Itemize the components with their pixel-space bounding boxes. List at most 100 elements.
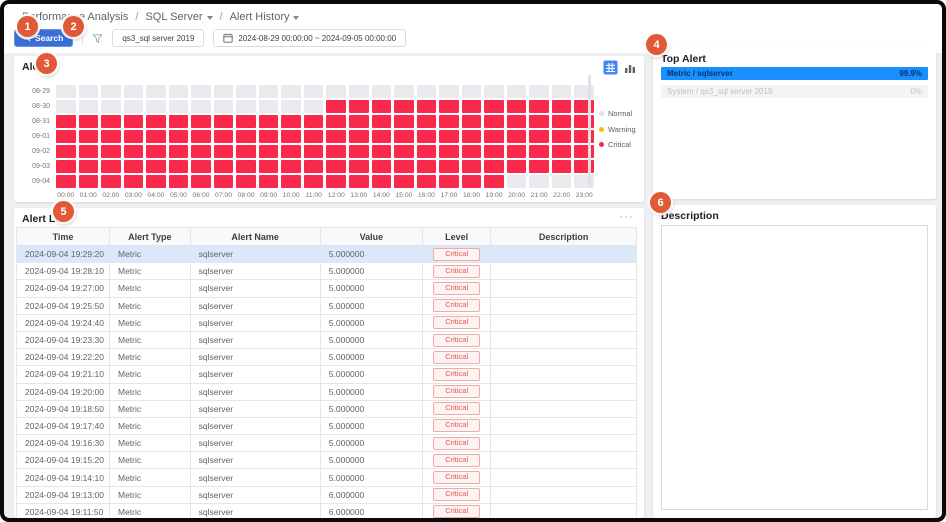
- heatmap-cell[interactable]: [56, 130, 76, 143]
- heatmap-cell[interactable]: [529, 145, 549, 158]
- heatmap-cell[interactable]: [394, 100, 414, 113]
- heatmap-cell[interactable]: [146, 160, 166, 173]
- heatmap-cell[interactable]: [281, 160, 301, 173]
- legend-item-warning[interactable]: Warning: [599, 125, 636, 134]
- heatmap-cell[interactable]: [484, 100, 504, 113]
- heatmap-cell[interactable]: [101, 145, 121, 158]
- heatmap-cell[interactable]: [259, 175, 279, 188]
- heatmap-cell[interactable]: [552, 130, 572, 143]
- heatmap-cell[interactable]: [394, 85, 414, 98]
- table-row[interactable]: 2024-09-04 19:29:20Metricsqlserver5.0000…: [17, 246, 637, 263]
- heatmap-cell[interactable]: [507, 100, 527, 113]
- heatmap-cell[interactable]: [214, 85, 234, 98]
- heatmap-cell[interactable]: [349, 85, 369, 98]
- heatmap-cell[interactable]: [417, 175, 437, 188]
- heatmap-cell[interactable]: [79, 130, 99, 143]
- heatmap-cell[interactable]: [574, 145, 594, 158]
- heatmap-cell[interactable]: [439, 85, 459, 98]
- heatmap-cell[interactable]: [529, 85, 549, 98]
- heatmap-cell[interactable]: [101, 85, 121, 98]
- heatmap-cell[interactable]: [394, 175, 414, 188]
- heatmap-cell[interactable]: [439, 160, 459, 173]
- heatmap-cell[interactable]: [214, 100, 234, 113]
- heatmap-cell[interactable]: [56, 100, 76, 113]
- heatmap-cell[interactable]: [394, 145, 414, 158]
- heatmap-cell[interactable]: [304, 130, 324, 143]
- heatmap-cell[interactable]: [169, 130, 189, 143]
- heatmap-cell[interactable]: [236, 130, 256, 143]
- heatmap-cell[interactable]: [552, 145, 572, 158]
- heatmap-cell[interactable]: [304, 145, 324, 158]
- heatmap-cell[interactable]: [259, 160, 279, 173]
- heatmap-cell[interactable]: [529, 130, 549, 143]
- heatmap-cell[interactable]: [326, 160, 346, 173]
- heatmap-cell[interactable]: [372, 175, 392, 188]
- heatmap-cell[interactable]: [79, 85, 99, 98]
- heatmap-cell[interactable]: [169, 85, 189, 98]
- heatmap-cell[interactable]: [552, 85, 572, 98]
- filter-icon[interactable]: [92, 33, 103, 44]
- table-row[interactable]: 2024-09-04 19:25:50Metricsqlserver5.0000…: [17, 297, 637, 314]
- heatmap-cell[interactable]: [372, 130, 392, 143]
- heatmap-cell[interactable]: [462, 175, 482, 188]
- heatmap-cell[interactable]: [101, 175, 121, 188]
- heatmap-cell[interactable]: [349, 130, 369, 143]
- table-row[interactable]: 2024-09-04 19:27:00Metricsqlserver5.0000…: [17, 280, 637, 297]
- heatmap-cell[interactable]: [56, 85, 76, 98]
- heatmap-cell[interactable]: [462, 145, 482, 158]
- heatmap-cell[interactable]: [214, 175, 234, 188]
- heatmap-cell[interactable]: [574, 115, 594, 128]
- heatmap-cell[interactable]: [214, 130, 234, 143]
- heatmap-cell[interactable]: [484, 175, 504, 188]
- table-view-icon[interactable]: [603, 60, 618, 75]
- heatmap-cell[interactable]: [79, 145, 99, 158]
- legend-item-critical[interactable]: Critical: [599, 140, 636, 149]
- heatmap-cell[interactable]: [191, 100, 211, 113]
- column-header-value[interactable]: Value: [320, 228, 422, 246]
- heatmap-cell[interactable]: [574, 85, 594, 98]
- table-row[interactable]: 2024-09-04 19:16:30Metricsqlserver5.0000…: [17, 435, 637, 452]
- heatmap-cell[interactable]: [529, 100, 549, 113]
- heatmap-cell[interactable]: [574, 100, 594, 113]
- table-row[interactable]: 2024-09-04 19:17:40Metricsqlserver5.0000…: [17, 417, 637, 434]
- heatmap-cell[interactable]: [56, 115, 76, 128]
- heatmap-cell[interactable]: [529, 160, 549, 173]
- bar-chart-view-icon[interactable]: [624, 62, 636, 74]
- heatmap-cell[interactable]: [507, 130, 527, 143]
- heatmap-cell[interactable]: [394, 115, 414, 128]
- date-range-picker[interactable]: 2024-08-29 00:00:00 ~ 2024-09-05 00:00:0…: [213, 29, 406, 47]
- heatmap-cell[interactable]: [56, 145, 76, 158]
- heatmap-cell[interactable]: [484, 145, 504, 158]
- heatmap-cell[interactable]: [259, 145, 279, 158]
- heatmap-cell[interactable]: [372, 115, 392, 128]
- heatmap-cell[interactable]: [439, 175, 459, 188]
- heatmap-cell[interactable]: [236, 85, 256, 98]
- heatmap-cell[interactable]: [236, 160, 256, 173]
- heatmap-cell[interactable]: [236, 175, 256, 188]
- heatmap-cell[interactable]: [462, 130, 482, 143]
- heatmap-cell[interactable]: [326, 175, 346, 188]
- heatmap-cell[interactable]: [484, 85, 504, 98]
- heatmap-cell[interactable]: [281, 100, 301, 113]
- heatmap-cell[interactable]: [484, 115, 504, 128]
- table-row[interactable]: 2024-09-04 19:18:50Metricsqlserver5.0000…: [17, 400, 637, 417]
- heatmap-cell[interactable]: [552, 175, 572, 188]
- heatmap-cell[interactable]: [79, 160, 99, 173]
- heatmap-cell[interactable]: [146, 145, 166, 158]
- heatmap-cell[interactable]: [304, 175, 324, 188]
- heatmap-cell[interactable]: [281, 115, 301, 128]
- heatmap-cell[interactable]: [281, 175, 301, 188]
- heatmap-cell[interactable]: [146, 130, 166, 143]
- heatmap-cell[interactable]: [259, 130, 279, 143]
- heatmap-cell[interactable]: [507, 145, 527, 158]
- heatmap-cell[interactable]: [281, 130, 301, 143]
- heatmap-cell[interactable]: [101, 115, 121, 128]
- heatmap-cell[interactable]: [214, 145, 234, 158]
- heatmap-cell[interactable]: [124, 160, 144, 173]
- heatmap-cell[interactable]: [326, 145, 346, 158]
- heatmap-cell[interactable]: [439, 115, 459, 128]
- heatmap-cell[interactable]: [79, 100, 99, 113]
- heatmap-cell[interactable]: [417, 160, 437, 173]
- heatmap-cell[interactable]: [259, 115, 279, 128]
- heatmap-cell[interactable]: [191, 130, 211, 143]
